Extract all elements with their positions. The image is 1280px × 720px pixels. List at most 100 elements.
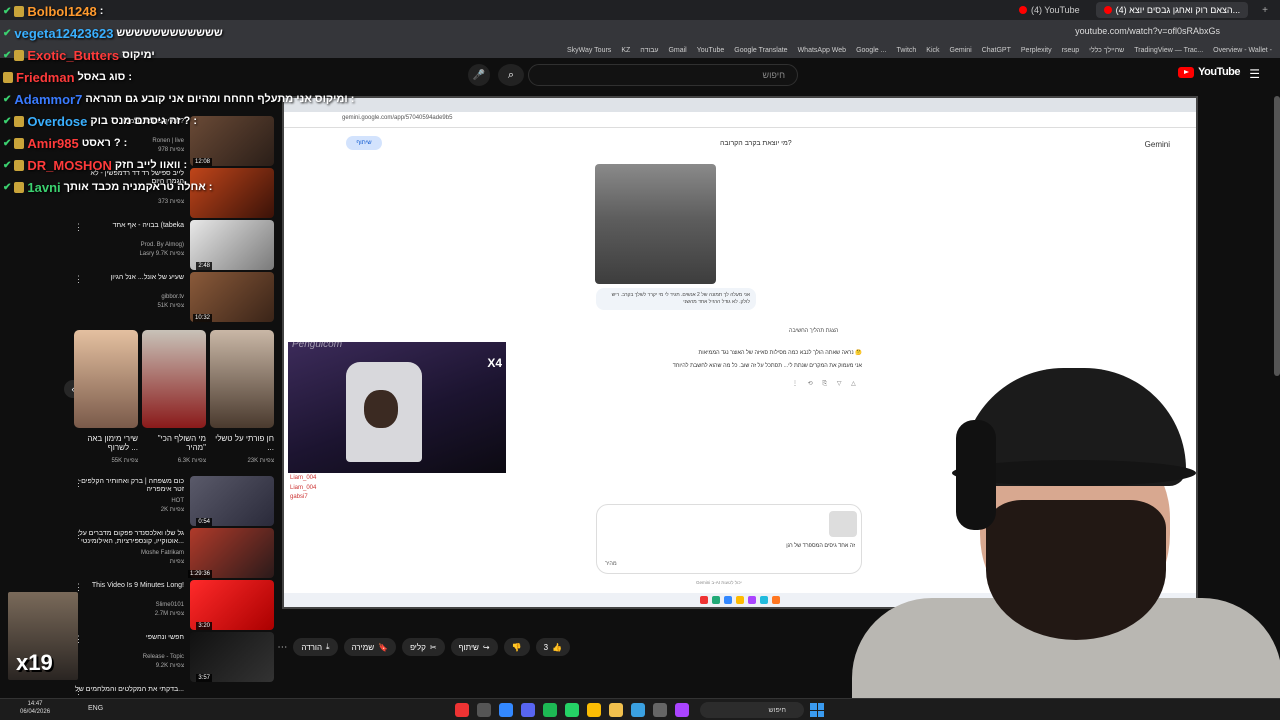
badge-icon [14,137,25,149]
clock-time: 14:47 [27,701,43,707]
taskbar-search[interactable]: חיפוש [700,702,804,718]
short-caption[interactable]: חן פורתי על טשלי ... [210,434,274,452]
bookmark[interactable]: Gmail [668,47,686,54]
whatsapp-icon[interactable] [565,703,579,717]
channel-name[interactable]: Prod. By Almog) [74,242,184,248]
youtube-logo[interactable]: YouTube [1178,66,1240,78]
channel-name[interactable]: Release - Topic [74,654,184,660]
discord-icon[interactable] [521,703,535,717]
short-thumbnail[interactable] [142,330,206,428]
browser-tab[interactable]: (4) YouTube [1011,2,1088,18]
video-title[interactable]: חפשי ונחשפי [74,634,184,642]
chrome-icon[interactable] [587,703,601,717]
dislike-button[interactable]: 👎 [503,638,530,656]
channel-name[interactable]: Slime0101 [74,602,184,608]
conversation-title: מי יוצאת בקרב הקרובה? [720,140,792,147]
search-icon[interactable]: ⌕ [498,64,524,86]
app-icon[interactable] [675,703,689,717]
chat-username: 1avni [27,179,61,195]
browser-tab-active[interactable]: (4) הצאם רוק ואחגן גבסים יוצא... [1095,2,1249,18]
bookmark[interactable]: Kick [926,47,939,54]
channel-name[interactable]: HOT [74,498,184,504]
check-icon: ✔ [3,49,12,61]
bookmark[interactable]: WhatsApp Web [798,47,847,54]
app-icon[interactable] [631,703,645,717]
search-input[interactable]: חיפוש [528,64,798,86]
bookmark[interactable]: SkyWay Tours [567,47,611,54]
video-meta: 9.2K צפיות [155,663,184,669]
screen: (4) YouTube (4) הצאם רוק ואחגן גבסים יוצ… [0,0,1280,720]
duration-badge: 10:32 [192,314,212,322]
windows-start-icon[interactable] [810,703,824,717]
bookmark[interactable]: Overview - Wallet - [1213,47,1272,54]
list-item[interactable]: ⋮ 3:57 חפשי ונחשפי Release - Topic 9.2K … [72,632,274,684]
webcam-overlay: Penguicom X4 [288,339,506,473]
more-options-icon[interactable]: ⋯ [277,642,287,653]
clock-date: 06/04/2026 [20,708,51,715]
video-title[interactable]: גל שלו ואלכסנדר פפקום מדברים על אוטוקייו… [74,530,184,547]
new-tab-icon[interactable]: + [1262,5,1268,16]
scissors-icon: ✂ [429,642,437,652]
bookmark[interactable]: שהיילך כללי [1089,47,1124,54]
bookmark[interactable]: Google Translate [734,47,787,54]
video-title[interactable]: כום משפחה | ברק ואחותיר הקלפים- זטר אימפ… [74,478,184,495]
app-icon[interactable] [477,703,491,717]
badge-icon [14,181,25,193]
bookmark[interactable]: YouTube [697,47,725,54]
menu-icon[interactable]: ☰ [1249,67,1260,81]
app-icon[interactable] [499,703,513,717]
save-button[interactable]: 🔖 שמירה [343,638,397,656]
app-icon[interactable] [455,703,469,717]
share-button[interactable]: ↪ שיתוף [450,638,498,656]
bookmark[interactable]: עבודה [640,47,658,54]
list-item[interactable]: ⋮ בדקתי את המקלטים והמלחמים של... [72,684,274,698]
microphone-icon[interactable]: 🎤 [468,64,490,86]
language-indicator[interactable]: ENG [88,705,103,712]
bookmark[interactable]: TradingView — Trac... [1134,47,1203,54]
short-thumbnail[interactable] [210,330,274,428]
answer-line: אני מעמוק את המקרים שנתת לי... תסתכל על … [672,363,862,369]
bookmark[interactable]: Google ... [856,47,886,54]
scrollbar[interactable] [1274,96,1280,376]
spotify-icon[interactable] [543,703,557,717]
video-title[interactable]: שעיע של אונל... אנל הגיון [74,274,184,282]
short-caption[interactable]: "מי השולף הכי מהיר" [142,434,206,452]
channel-name[interactable]: Moshe Fatrikam [74,550,184,556]
like-button[interactable]: 👍 3 [535,638,570,656]
clip-button[interactable]: ✂ קליפ [402,638,445,656]
bookmark[interactable]: ChatGPT [982,47,1011,54]
youtube-icon [1018,6,1027,14]
list-item[interactable]: ⋮ 0:54 כום משפחה | ברק ואחותיר הקלפים- ז… [72,476,274,528]
video-title[interactable]: This Video Is 9 Minutes Long! [74,582,184,590]
share-label: שיתוף [458,642,479,652]
download-button[interactable]: ⤓ הורדה [293,638,338,656]
list-item[interactable]: ⋮ 10:32 שעיע של אונל... אנל הגיון gibbor… [72,272,274,324]
video-title[interactable]: בדקתי את המקלטים והמלחמים של... [74,686,184,694]
captured-address-bar: gemini.google.com/app/57040594ade9b5 [284,112,1196,128]
url-text: youtube.com/watch?v=ofl0sRAbxGs [1075,26,1220,36]
bookmark[interactable]: Twitch [896,47,916,54]
chat-user: Liam_004 [290,484,317,491]
bookmark[interactable]: rseup [1062,47,1080,54]
prompt-input: זה אחד גיסים המספרד של רגן מהיר [596,504,862,574]
youtube-play-icon [1178,66,1195,78]
channel-name[interactable]: gibbor.tv [74,294,184,300]
bookmark[interactable]: KZ [621,47,630,54]
list-item[interactable]: ⋮ 2:48 בבויה - אף אחד (tabeka Prod. By A… [72,220,274,272]
short-thumbnail[interactable] [74,330,138,428]
chat-message: ✔ Amir985 ראסט ? : [3,134,127,152]
bookmark[interactable]: Gemini [950,47,972,54]
share-icon: ↪ [482,642,490,652]
folder-icon[interactable] [609,703,623,717]
video-title[interactable]: בבויה - אף אחד (tabeka [74,222,184,230]
bookmark[interactable]: Perplexity [1021,47,1052,54]
short-caption[interactable]: שירי מימון באה לשרוף ... [74,434,138,452]
download-label: הורדה [301,642,323,652]
thumbs-down-icon: 👎 [511,642,522,652]
pinned-apps [455,703,689,717]
clock[interactable]: 14:47 06/04/2026 [20,701,50,717]
list-item[interactable]: ⋮ 1:29:36 גל שלו ואלכסנדר פפקום מדברים ע… [72,528,274,580]
chat-message: ✔ vegeta12423623 שששששששששששש [3,24,223,42]
list-item[interactable]: ⋮ 3:20 This Video Is 9 Minutes Long! Sli… [72,580,274,632]
app-icon[interactable] [653,703,667,717]
